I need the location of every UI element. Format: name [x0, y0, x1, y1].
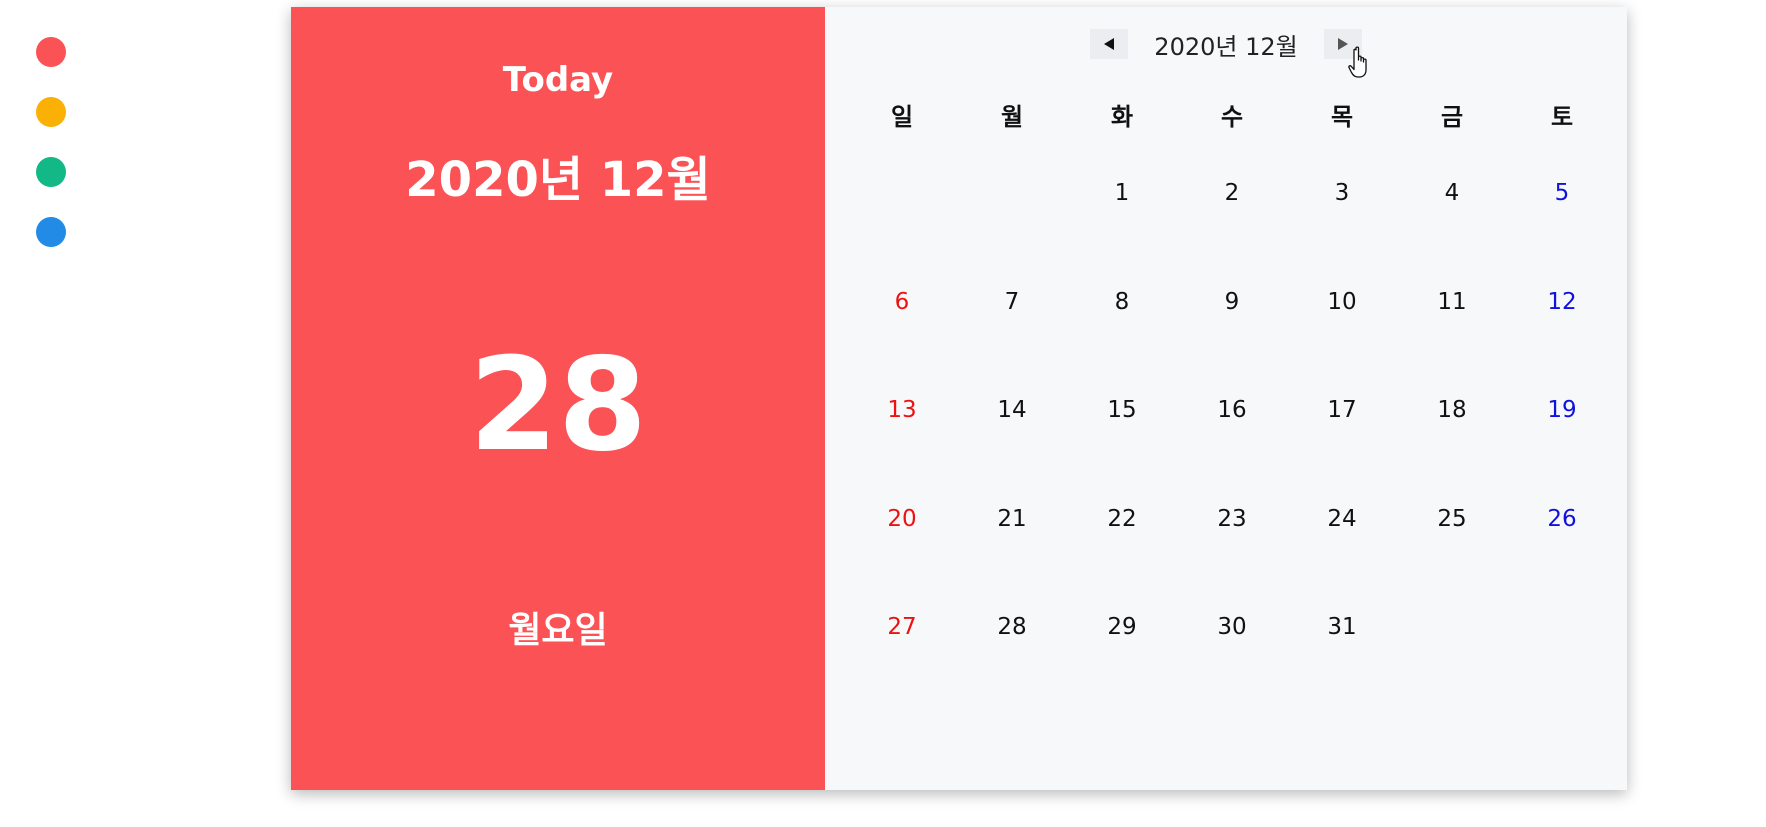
weekday-header: 일	[890, 102, 914, 131]
theme-dot-4[interactable]	[36, 217, 66, 247]
month-navigation: 2020년 12월	[825, 26, 1627, 62]
empty-day-cell	[1507, 573, 1617, 682]
day-cell[interactable]: 31	[1287, 573, 1397, 682]
day-cell[interactable]: 11	[1397, 248, 1507, 357]
day-cell[interactable]: 5	[1507, 139, 1617, 248]
calendar-card: Today 2020년 12월 28 월요일 2020년 12월 일 월 화 수 목 금 토…	[291, 7, 1627, 790]
day-cell[interactable]: 9	[1177, 248, 1287, 357]
empty-day-cell	[847, 139, 957, 248]
day-cell[interactable]: 21	[957, 465, 1067, 574]
day-cell[interactable]: 1	[1067, 139, 1177, 248]
weekday-header: 월	[1000, 102, 1024, 131]
weekday-header: 토	[1550, 102, 1574, 131]
day-cell[interactable]: 6	[847, 248, 957, 357]
theme-dot-1[interactable]	[36, 37, 66, 67]
weekday-header: 목	[1330, 102, 1354, 131]
day-cell[interactable]: 29	[1067, 573, 1177, 682]
day-cell[interactable]: 2	[1177, 139, 1287, 248]
day-cell[interactable]: 13	[847, 356, 957, 465]
theme-dot-3[interactable]	[36, 157, 66, 187]
today-label: Today	[502, 60, 614, 100]
weekday-header: 화	[1110, 102, 1134, 131]
day-cell[interactable]: 19	[1507, 356, 1617, 465]
month-title: 2020년 12월	[1154, 32, 1298, 61]
day-cell[interactable]: 20	[847, 465, 957, 574]
today-month: 2020년 12월	[405, 152, 711, 208]
day-cell[interactable]: 25	[1397, 465, 1507, 574]
month-panel: 2020년 12월 일 월 화 수 목 금 토 1 2 3 4 5 6 7 8 9 10 11 12 13 14 15 16…	[825, 7, 1627, 790]
theme-color-picker	[36, 37, 66, 277]
day-cell[interactable]: 8	[1067, 248, 1177, 357]
day-cell[interactable]: 17	[1287, 356, 1397, 465]
prev-month-button[interactable]	[1090, 29, 1129, 59]
day-cell[interactable]: 23	[1177, 465, 1287, 574]
day-cell[interactable]: 4	[1397, 139, 1507, 248]
weekday-header: 금	[1440, 102, 1464, 131]
empty-day-cell	[957, 139, 1067, 248]
day-cell[interactable]: 10	[1287, 248, 1397, 357]
empty-day-cell	[1397, 573, 1507, 682]
calendar-grid: 일 월 화 수 목 금 토 1 2 3 4 5 6 7 8 9 10 11 12 13 14 15 16 17 18 19 20 21…	[847, 89, 1617, 682]
day-cell[interactable]: 14	[957, 356, 1067, 465]
day-cell[interactable]: 16	[1177, 356, 1287, 465]
weekday-header: 수	[1220, 102, 1244, 131]
day-cell[interactable]: 7	[957, 248, 1067, 357]
day-cell[interactable]: 28	[957, 573, 1067, 682]
day-cell[interactable]: 12	[1507, 248, 1617, 357]
today-day-number: 28	[468, 331, 648, 480]
day-cell[interactable]: 30	[1177, 573, 1287, 682]
day-cell[interactable]: 26	[1507, 465, 1617, 574]
day-cell[interactable]: 22	[1067, 465, 1177, 574]
day-cell[interactable]: 24	[1287, 465, 1397, 574]
today-weekday: 월요일	[508, 610, 608, 651]
theme-dot-2[interactable]	[36, 97, 66, 127]
day-cell[interactable]: 15	[1067, 356, 1177, 465]
left-triangle-icon	[1104, 38, 1115, 50]
today-panel: Today 2020년 12월 28 월요일	[291, 7, 825, 790]
day-cell[interactable]: 27	[847, 573, 957, 682]
day-cell[interactable]: 18	[1397, 356, 1507, 465]
day-cell[interactable]: 3	[1287, 139, 1397, 248]
hand-cursor-icon	[1348, 46, 1367, 78]
